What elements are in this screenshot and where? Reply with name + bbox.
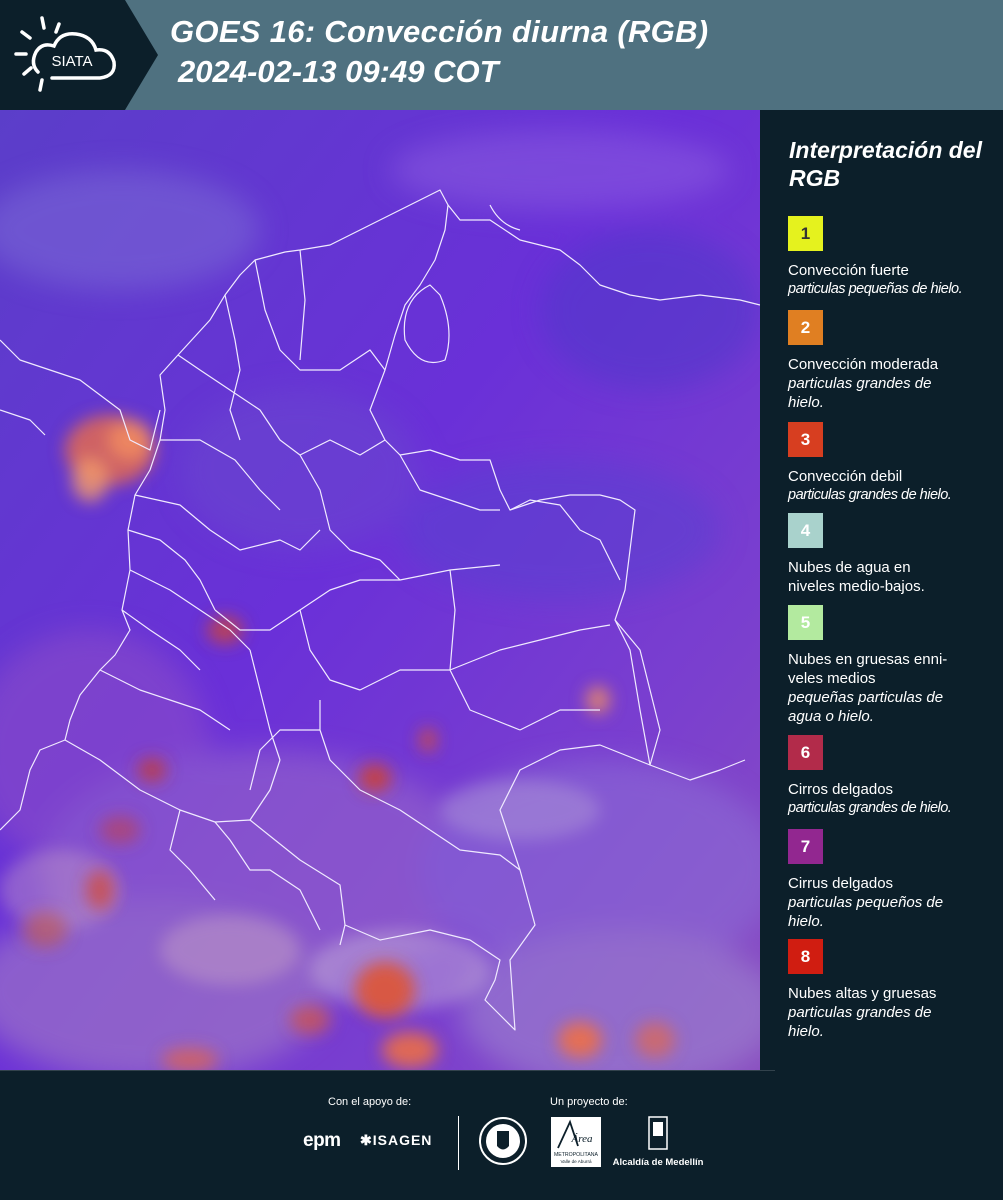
alcaldia-shield-icon (648, 1116, 668, 1150)
legend-swatch-3: 3 (788, 422, 823, 457)
legend-swatch-5: 5 (788, 605, 823, 640)
legend-number-2: 2 (800, 317, 811, 337)
support-label: Con el apoyo de: (328, 1096, 412, 1108)
isagen-text: ISAGEN (372, 1132, 433, 1148)
legend-swatch-4: 4 (788, 513, 823, 548)
siata-logo-text: SIATA (51, 53, 92, 70)
area-metropolitana-logo: Área METROPOLITANA Valle de Aburrá (550, 1116, 602, 1168)
legend-panel: Interpretación del RGB 1 Convección fuer… (760, 110, 1003, 1070)
legend-number-8: 8 (800, 946, 811, 966)
legend-name-7: Cirrus delgados (788, 875, 894, 892)
legend-title: Interpretación del RGB (789, 137, 982, 191)
legend-desc-3: particulas grandes de hielo. (788, 487, 952, 503)
legend-desc-2: particulas grandes de hielo. (788, 375, 932, 411)
legend-name-6: Cirros delgados (788, 781, 894, 798)
area-script-text: Área (571, 1133, 593, 1145)
metropolitana-text: METROPOLITANA (554, 1152, 599, 1158)
legend-desc-5: pequeñas particulas de agua o hielo. (788, 689, 944, 725)
footer: Con el apoyo de: Un proyecto de: epm ✱IS… (0, 1070, 1003, 1200)
satellite-image (0, 110, 760, 1070)
legend-number-1: 1 (800, 223, 811, 243)
legend-name-4: Nubes de agua en niveles medio-bajos. (788, 559, 925, 595)
medellin-seal-icon (479, 1117, 527, 1165)
legend-name-5: Nubes en gruesas enni-veles medios (788, 651, 948, 687)
alcaldia-label: Alcaldía de Medellín (612, 1157, 704, 1168)
legend-number-5: 5 (800, 612, 811, 632)
page-timestamp: 2024-02-13 09:49 COT (178, 54, 499, 89)
valle-text: Valle de Aburrá (560, 1159, 592, 1164)
footer-divider (458, 1116, 459, 1170)
epm-logo: epm (303, 1130, 341, 1151)
legend-number-7: 7 (800, 836, 811, 856)
alcaldia-logo: Alcaldía de Medellín (612, 1116, 704, 1172)
legend-swatch-2: 2 (788, 310, 823, 345)
legend-item-4: 4 Nubes de agua en niveles medio-bajos. (788, 513, 988, 596)
footer-top-line (0, 1070, 775, 1071)
legend-number-4: 4 (800, 520, 811, 540)
legend-desc-8: particulas grandes de hielo. (788, 1004, 932, 1040)
legend-item-6: 6 Cirros delgados particulas grandes de … (788, 735, 988, 818)
legend-name-1: Convección fuerte (788, 262, 909, 279)
legend-item-7: 7 Cirrus delgados particulas pequeños de… (788, 829, 988, 931)
legend-item-2: 2 Convección moderada particulas grandes… (788, 310, 988, 412)
legend-swatch-1: 1 (788, 216, 823, 251)
legend-number-3: 3 (800, 429, 811, 449)
header-bar: SIATA GOES 16: Convección diurna (RGB) 2… (0, 0, 1003, 110)
project-label: Un proyecto de: (550, 1096, 628, 1108)
area-metropolitana-mark: Área METROPOLITANA Valle de Aburrá (551, 1117, 601, 1167)
legend-desc-7: particulas pequeños de hielo. (788, 894, 944, 930)
legend-desc-6: particulas grandes de hielo. (788, 800, 952, 816)
siata-logo: SIATA (0, 0, 158, 110)
legend-item-5: 5 Nubes en gruesas enni-veles medios peq… (788, 605, 988, 726)
legend-name-3: Convección debil (788, 468, 903, 485)
legend-name-8: Nubes altas y gruesas (788, 985, 937, 1002)
isagen-star-icon: ✱ (360, 1132, 373, 1148)
legend-desc-1: particulas pequeñas de hielo. (788, 281, 963, 297)
legend-name-2: Convección moderada (788, 356, 939, 373)
sun-cloud-icon: SIATA (14, 16, 116, 92)
legend-number-6: 6 (800, 742, 811, 762)
legend-swatch-6: 6 (788, 735, 823, 770)
isagen-logo: ✱ISAGEN (360, 1132, 432, 1149)
legend-swatch-7: 7 (788, 829, 823, 864)
page-title: GOES 16: Convección diurna (RGB) (170, 14, 709, 49)
legend-swatch-8: 8 (788, 939, 823, 974)
legend-item-3: 3 Convección debil particulas grandes de… (788, 422, 988, 505)
legend-item-8: 8 Nubes altas y gruesas particulas grand… (788, 939, 988, 1041)
satellite-map (0, 110, 760, 1070)
legend-item-1: 1 Convección fuerte particulas pequeñas … (788, 216, 988, 299)
